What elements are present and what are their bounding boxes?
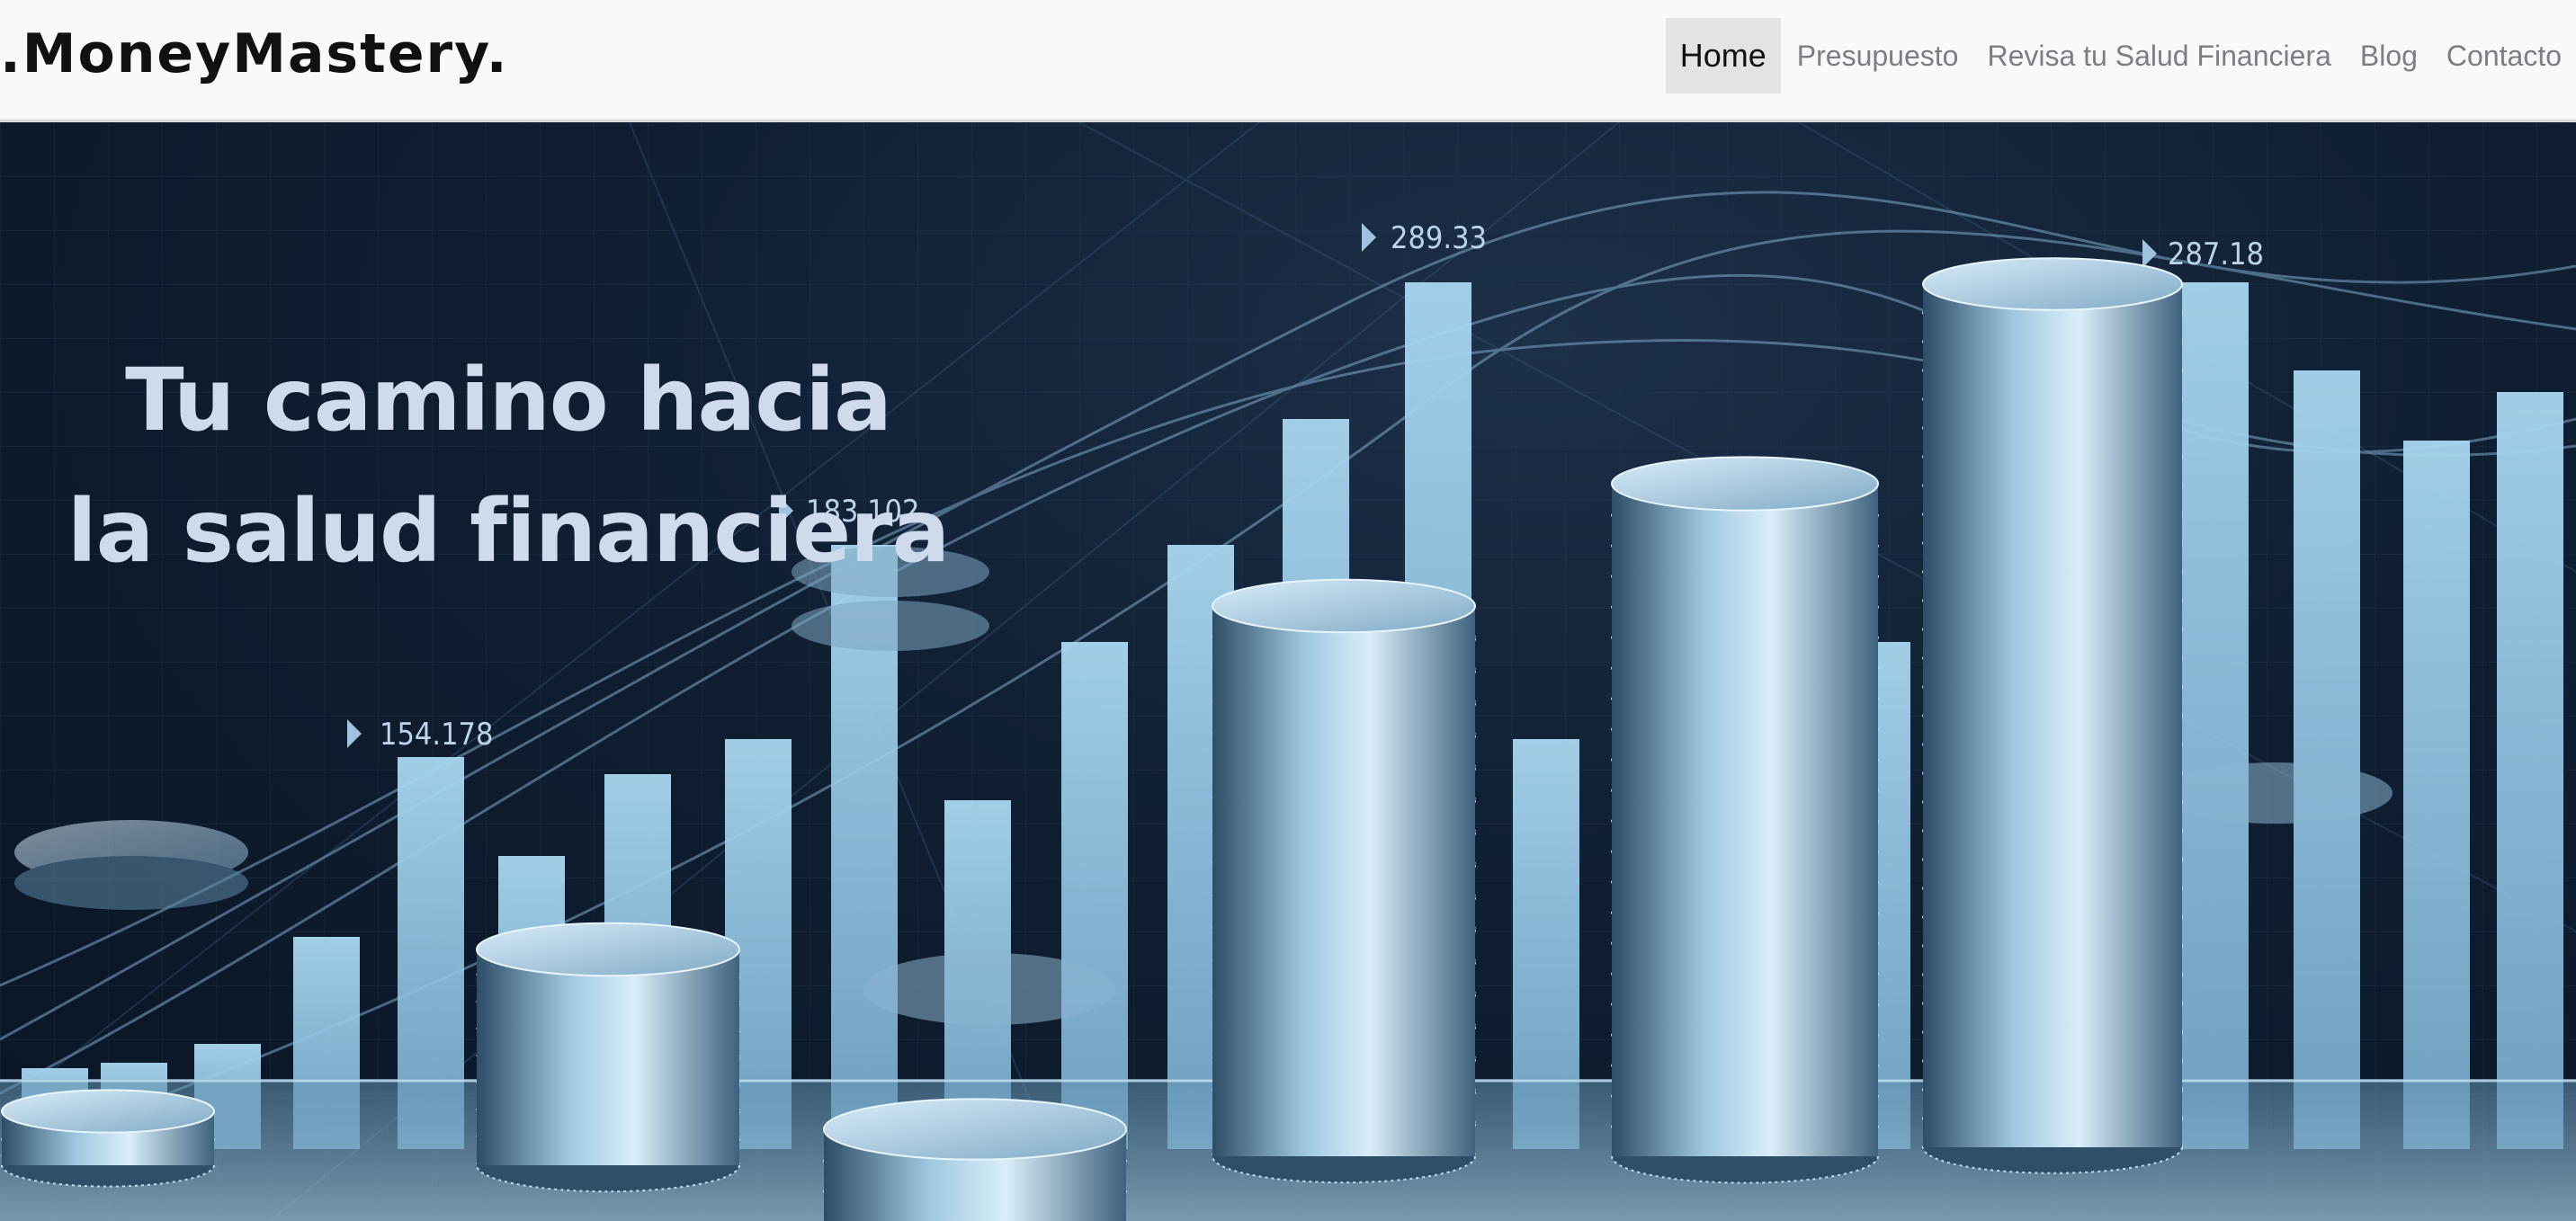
brand-logo[interactable]: .MoneyMastery. xyxy=(0,22,509,86)
coin-stack-1 xyxy=(1,1089,215,1188)
nav-item-contacto[interactable]: Contacto xyxy=(2432,18,2576,94)
nav-item-blog[interactable]: Blog xyxy=(2346,18,2432,94)
navbar: .MoneyMastery. Home Presupuesto Revisa t… xyxy=(0,0,2576,122)
nav-item-salud-financiera[interactable]: Revisa tu Salud Financiera xyxy=(1972,18,2345,94)
hero-banner: 154.178 183.102 289.33 287.18 Tu camino … xyxy=(0,122,2576,1221)
coin-stack-5 xyxy=(1611,456,1879,1184)
coin-stack-3 xyxy=(823,1098,1127,1221)
main-nav: Home Presupuesto Revisa tu Salud Financi… xyxy=(1665,18,2576,94)
coin-stack-2 xyxy=(476,922,740,1193)
nav-item-home[interactable]: Home xyxy=(1665,18,1781,94)
nav-item-presupuesto[interactable]: Presupuesto xyxy=(1783,18,1973,94)
coin-stack-4 xyxy=(1212,578,1476,1184)
coin-stacks-graphic xyxy=(1,257,2183,1221)
coin-stack-6 xyxy=(1922,257,2183,1174)
